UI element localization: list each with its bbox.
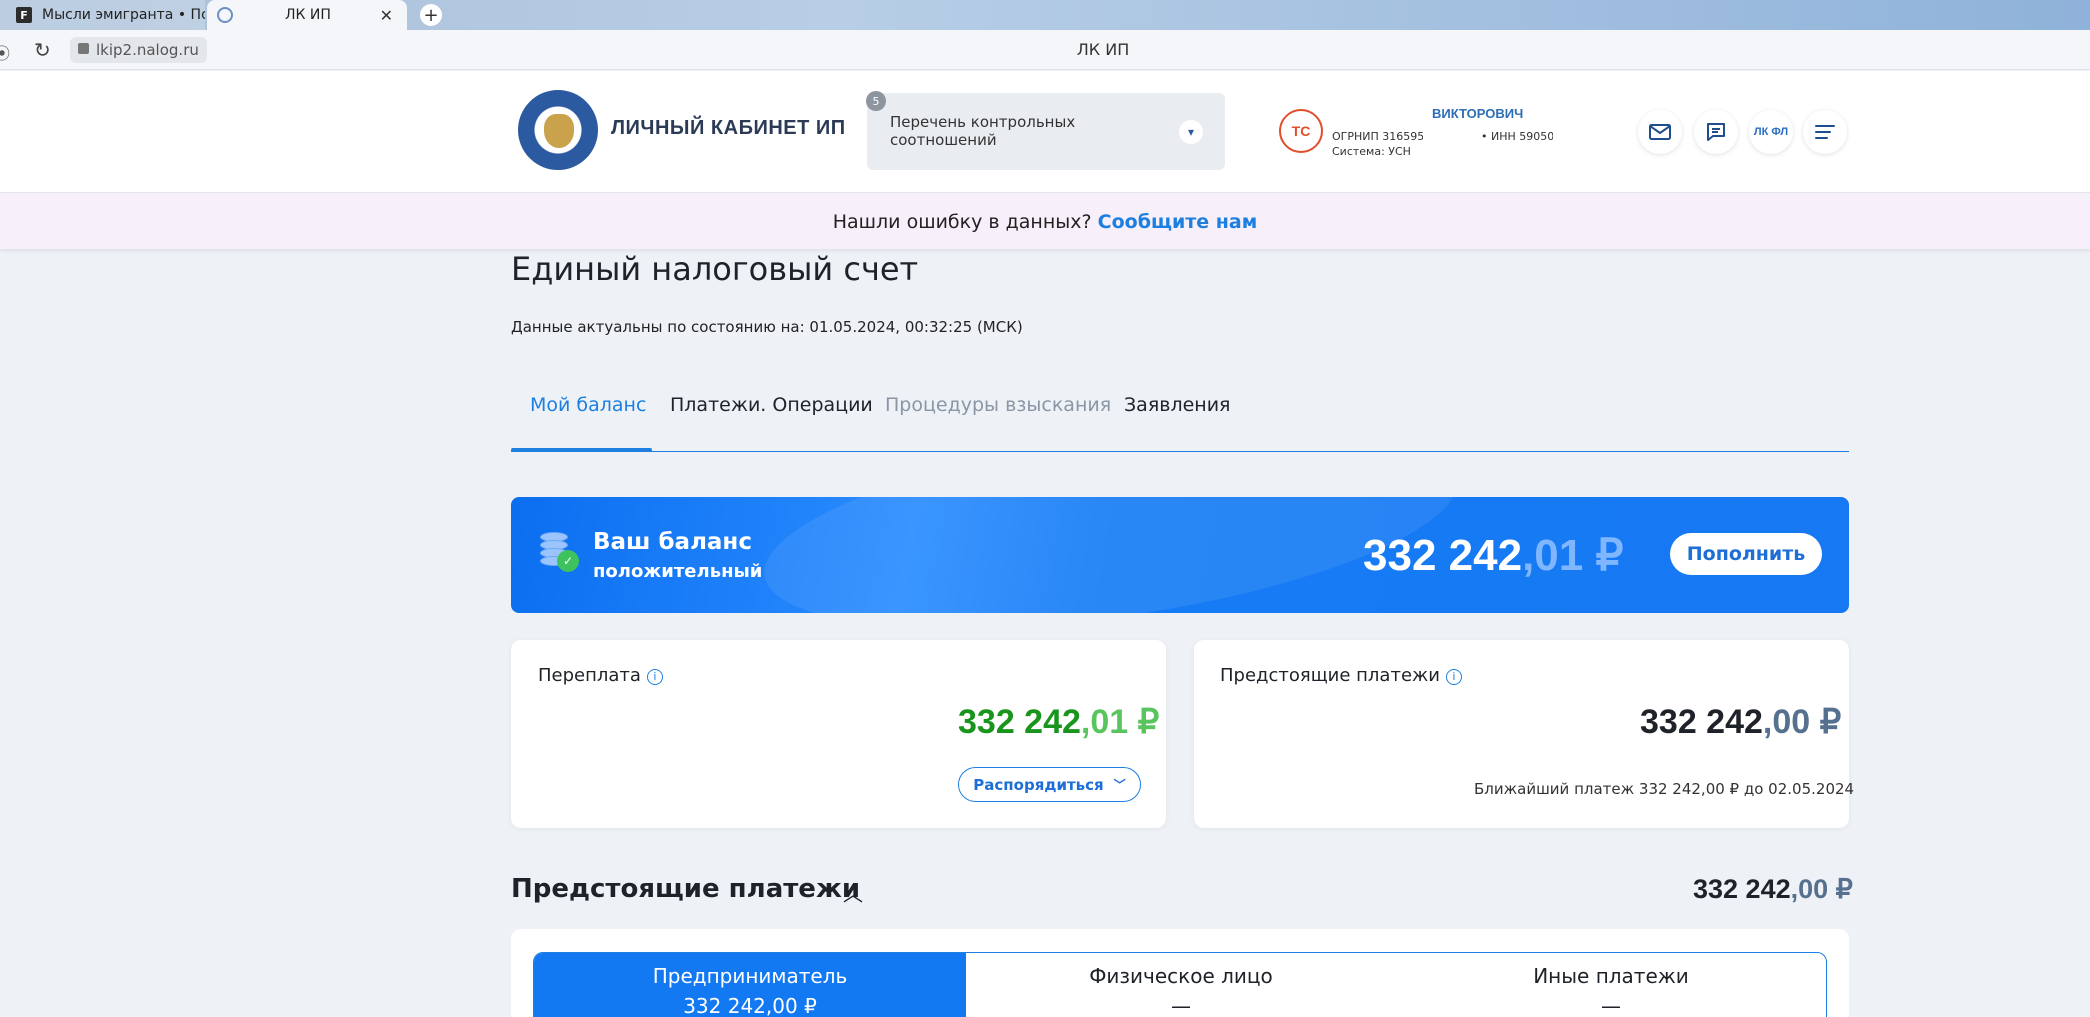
amount-integer: 332 242 (1693, 874, 1791, 904)
tab-payments-operations[interactable]: Платежи. Операции (670, 394, 873, 416)
amount-integer: 332 242 (1640, 703, 1763, 741)
banner-text: Нашли ошибку в данных? Сообщите нам (0, 211, 2090, 233)
chevron-down-icon[interactable]: ▾ (1179, 120, 1203, 144)
mail-button[interactable] (1638, 110, 1682, 154)
payer-type-switch: Предприниматель 332 242,00 ₽ Физическое л… (533, 952, 1827, 1017)
new-tab-button[interactable]: + (420, 4, 442, 26)
logo-text[interactable]: ЛИЧНЫЙ КАБИНЕТ ИП (611, 117, 846, 140)
amount-integer: 332 242 (958, 703, 1081, 741)
user-tax-system: Система: УСН (1332, 145, 1411, 158)
segment-value: — (1601, 994, 1621, 1017)
user-ogrnip: ОГРНИП 3165958 (1332, 130, 1423, 143)
fns-logo-icon[interactable] (518, 90, 598, 170)
segment-other-payments[interactable]: Иные платежи — (1396, 953, 1826, 1017)
avatar[interactable]: ТС (1279, 109, 1323, 153)
site-favicon-icon: F (16, 7, 32, 23)
lk-fl-button[interactable]: ЛК ФЛ (1749, 110, 1793, 154)
balance-title: Ваш баланс (593, 529, 752, 555)
segment-value: — (1171, 994, 1191, 1017)
menu-button[interactable] (1803, 110, 1847, 154)
amount-fraction: ,00 ₽ (1762, 703, 1842, 741)
top-up-button[interactable]: Пополнить (1670, 533, 1822, 575)
section-amount: 332 242,00 ₽ (1693, 874, 1853, 905)
amount-fraction: ,00 ₽ (1790, 874, 1853, 904)
amount-fraction: ,01 ₽ (1522, 531, 1624, 580)
tab-title: ЛК ИП (285, 7, 331, 23)
overpayment-label: Переплата (538, 665, 641, 686)
balance-card (511, 497, 1849, 613)
next-payment-text: Ближайший платеж 332 242,00 ₽ до 02.05.2… (1474, 780, 1855, 798)
user-name[interactable]: ВИКТОРОВИЧ (1432, 106, 1523, 121)
site-favicon-icon (217, 7, 233, 23)
control-ratios-label: Перечень контрольных соотношений (890, 113, 1076, 149)
segment-label: Физическое лицо (1089, 964, 1273, 988)
balance-status: положительный (593, 561, 763, 582)
hamburger-icon (1815, 125, 1835, 139)
active-tab-indicator (511, 448, 652, 452)
dispose-button[interactable]: Распорядиться ﹀ (958, 767, 1141, 802)
coins-check-icon: ✓ (540, 532, 580, 576)
browser-tab[interactable]: F Мысли эмигранта • Полит (0, 0, 205, 30)
info-icon[interactable]: i (646, 669, 663, 685)
upcoming-amount: 332 242,00 ₽ (1640, 702, 1841, 742)
page-title: Единый налоговый счет (511, 250, 919, 288)
amount-integer: 332 242 (1363, 531, 1523, 580)
chevron-up-icon[interactable]: ︿ (843, 878, 863, 907)
upcoming-label: Предстоящие платежи (1220, 665, 1440, 686)
segment-entrepreneur[interactable]: Предприниматель 332 242,00 ₽ (534, 953, 966, 1017)
count-badge: 5 (866, 91, 886, 111)
balance-amount: 332 242,01 ₽ (1363, 530, 1623, 581)
tabs-divider (511, 451, 1849, 452)
eagle-emblem-icon (544, 114, 574, 148)
dispose-label: Распорядиться (973, 775, 1104, 794)
browser-tab-active[interactable]: ЛК ИП ✕ (207, 0, 407, 30)
overpayment-amount: 332 242,01 ₽ (958, 702, 1159, 742)
overpayment-title: Переплата i (538, 665, 663, 686)
info-icon[interactable]: i (1445, 669, 1462, 685)
chat-icon (1707, 123, 1725, 141)
close-tab-icon[interactable]: ✕ (380, 6, 393, 25)
tab-applications[interactable]: Заявления (1124, 394, 1231, 416)
segment-label: Предприниматель (652, 964, 848, 988)
checkmark-icon: ✓ (557, 550, 579, 572)
data-as-of-text: Данные актуальны по состоянию на: 01.05.… (511, 318, 1023, 336)
segment-individual[interactable]: Физическое лицо — (966, 953, 1396, 1017)
page-title-bar: ЛК ИП (1076, 40, 1130, 59)
tab-my-balance[interactable]: Мой баланс (530, 394, 646, 416)
segment-label: Иные платежи (1533, 964, 1689, 988)
section-title[interactable]: Предстоящие платежи (511, 874, 860, 904)
upcoming-title: Предстоящие платежи i (1220, 665, 1462, 686)
chat-button[interactable] (1694, 110, 1738, 154)
segment-value: 332 242,00 ₽ (683, 994, 817, 1017)
banner-question: Нашли ошибку в данных? (832, 211, 1092, 233)
envelope-icon (1649, 124, 1671, 140)
report-link[interactable]: Сообщите нам (1098, 211, 1258, 233)
tab-collection-procedures[interactable]: Процедуры взыскания (885, 394, 1111, 416)
chevron-down-icon: ﹀ (1113, 778, 1126, 792)
user-inn: • ИНН 5905059 (1481, 130, 1553, 143)
amount-fraction: ,01 ₽ (1080, 703, 1160, 741)
tab-title: Мысли эмигранта • Полит (42, 7, 205, 23)
